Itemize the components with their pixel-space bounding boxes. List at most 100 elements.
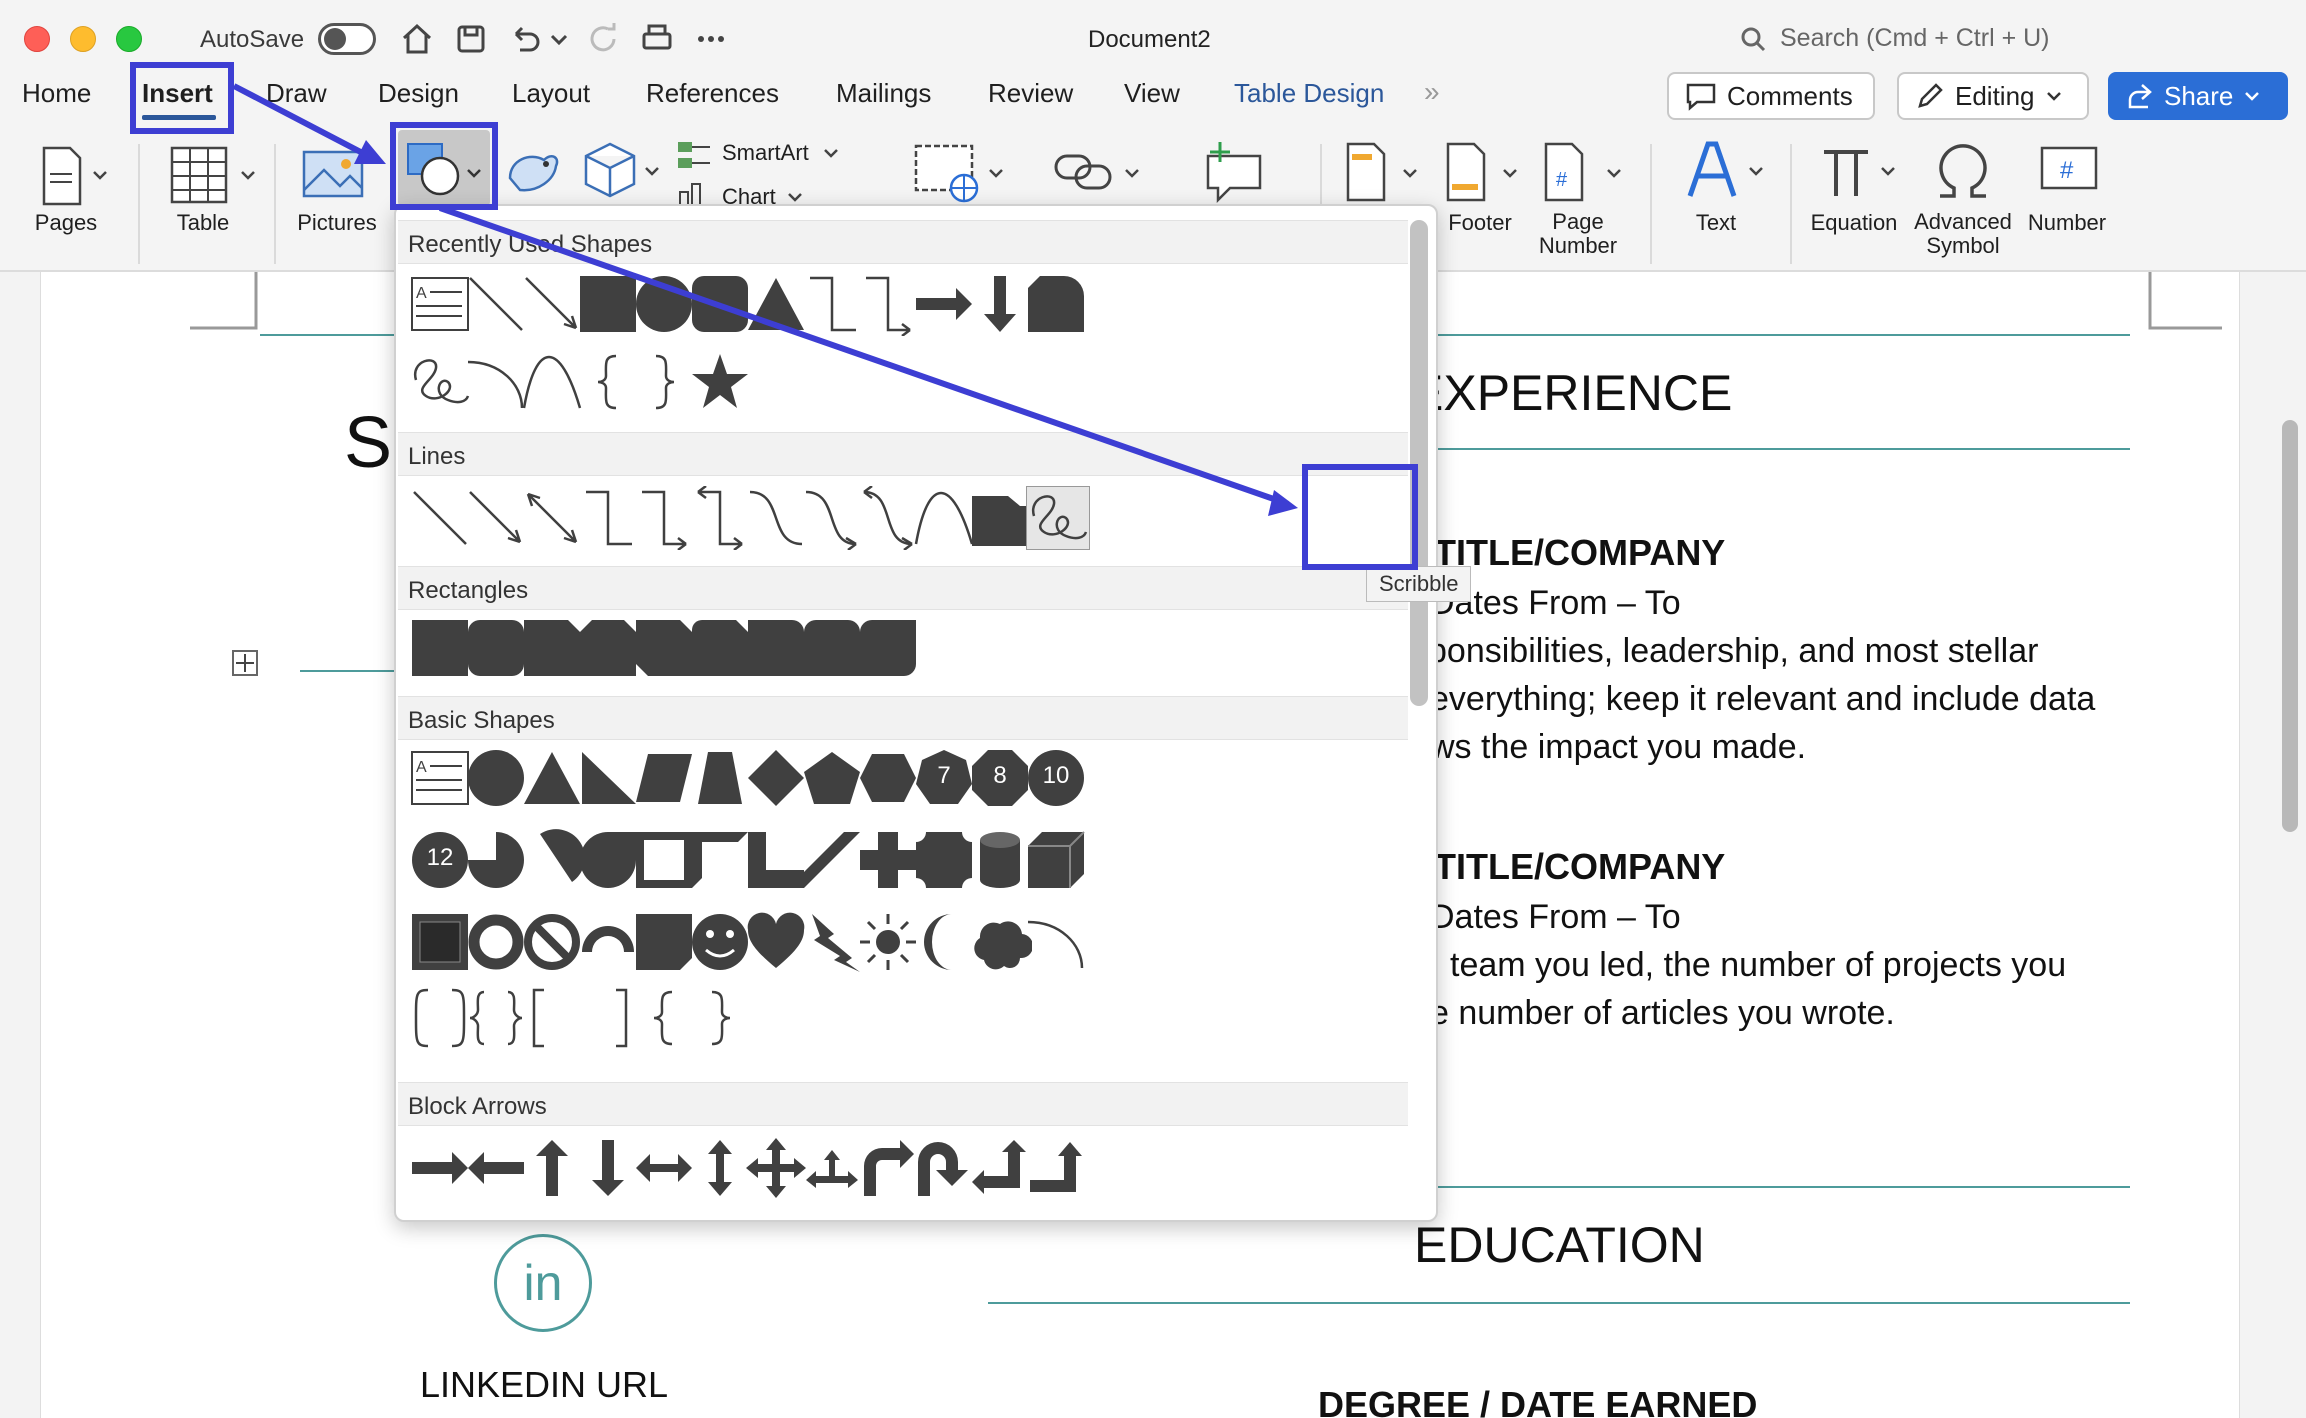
smartart-button[interactable]: SmartArt xyxy=(676,138,846,174)
save-icon[interactable] xyxy=(452,20,490,58)
scribble-shape-selected[interactable] xyxy=(1026,486,1090,550)
tab-view[interactable]: View xyxy=(1124,78,1180,109)
bevel-shape[interactable] xyxy=(408,910,472,974)
line-arrow-shape[interactable] xyxy=(520,272,584,336)
line-arrow-shape[interactable] xyxy=(464,486,528,550)
down-arrow-shape[interactable] xyxy=(576,1136,640,1200)
header-button[interactable] xyxy=(1340,140,1430,206)
octagon-shape[interactable]: 8 xyxy=(968,746,1032,810)
3d-models-button[interactable] xyxy=(580,138,670,204)
left-right-up-arrow-shape[interactable] xyxy=(800,1136,864,1200)
folded-corner-shape[interactable] xyxy=(632,910,696,974)
left-arrow-shape[interactable] xyxy=(464,1136,528,1200)
more-tabs-icon[interactable]: » xyxy=(1424,76,1440,108)
plus-shape[interactable] xyxy=(856,828,920,892)
l-shape[interactable] xyxy=(744,828,808,892)
oval-shape[interactable] xyxy=(464,746,528,810)
curve-shape[interactable] xyxy=(912,486,976,550)
teardrop-shape[interactable] xyxy=(576,828,640,892)
round-diagonal-rectangle-shape[interactable] xyxy=(856,616,920,680)
elbow-connector-shape[interactable] xyxy=(800,272,864,336)
elbow-connector-shape[interactable] xyxy=(576,486,640,550)
double-bracket-shape[interactable] xyxy=(408,986,472,1050)
autosave-toggle[interactable] xyxy=(318,23,376,55)
snip-single-corner-rectangle-shape[interactable] xyxy=(520,616,584,680)
freeform-shape[interactable] xyxy=(968,486,1032,550)
minimize-window-button[interactable] xyxy=(70,26,96,52)
right-arrow-shape[interactable] xyxy=(408,1136,472,1200)
table-button[interactable]: Table xyxy=(158,140,268,240)
right-brace-shape[interactable] xyxy=(632,350,696,414)
line-shape[interactable] xyxy=(464,272,528,336)
no-symbol-shape[interactable] xyxy=(520,910,584,974)
rectangle-shape[interactable] xyxy=(576,272,640,336)
curved-double-arrow-connector-shape[interactable] xyxy=(856,486,920,550)
round-single-corner-rectangle-shape[interactable] xyxy=(744,616,808,680)
table-move-handle-icon[interactable] xyxy=(232,650,258,676)
diagonal-stripe-shape[interactable] xyxy=(800,828,864,892)
tab-layout[interactable]: Layout xyxy=(512,78,590,109)
donut-shape[interactable] xyxy=(464,910,528,974)
left-right-arrow-shape[interactable] xyxy=(632,1136,696,1200)
smiley-face-shape[interactable] xyxy=(688,910,752,974)
triangle-shape[interactable] xyxy=(520,746,584,810)
text-box-button[interactable]: Text xyxy=(1676,138,1786,238)
equation-button[interactable]: Equation xyxy=(1808,138,1918,238)
bent-up-arrow-shape[interactable] xyxy=(1024,1136,1088,1200)
home-icon[interactable] xyxy=(398,20,436,58)
double-brace-shape[interactable] xyxy=(464,986,528,1050)
text-box-shape[interactable]: A xyxy=(408,746,472,810)
snip-diagonal-rectangle-shape[interactable] xyxy=(632,616,696,680)
decagon-shape[interactable]: 10 xyxy=(1024,746,1088,810)
scribble-shape[interactable] xyxy=(408,350,472,414)
redo-icon[interactable] xyxy=(584,20,622,58)
close-window-button[interactable] xyxy=(24,26,50,52)
rounded-rectangle-shape[interactable] xyxy=(688,272,752,336)
right-bracket-shape[interactable] xyxy=(576,986,640,1050)
up-arrow-shape[interactable] xyxy=(520,1136,584,1200)
arc-shape[interactable] xyxy=(464,350,528,414)
cloud-shape[interactable] xyxy=(968,910,1032,974)
rectangle-shape[interactable] xyxy=(408,616,472,680)
left-up-arrow-shape[interactable] xyxy=(968,1136,1032,1200)
u-turn-arrow-shape[interactable] xyxy=(912,1136,976,1200)
moon-shape[interactable] xyxy=(912,910,976,974)
rounded-rectangle-shape[interactable] xyxy=(464,616,528,680)
up-down-arrow-shape[interactable] xyxy=(688,1136,752,1200)
dodecagon-shape[interactable]: 12 xyxy=(408,828,472,892)
curved-connector-shape[interactable] xyxy=(744,486,808,550)
tab-home[interactable]: Home xyxy=(22,78,91,109)
tab-review[interactable]: Review xyxy=(988,78,1073,109)
more-options-icon[interactable] xyxy=(692,20,730,58)
shapes-panel-scrollbar[interactable] xyxy=(1410,220,1428,706)
right-triangle-shape[interactable] xyxy=(576,746,640,810)
comments-button[interactable]: Comments xyxy=(1667,72,1875,120)
left-brace-shape[interactable] xyxy=(576,350,640,414)
heptagon-shape[interactable]: 7 xyxy=(912,746,976,810)
footer-button[interactable]: Footer xyxy=(1440,140,1540,240)
can-shape[interactable] xyxy=(968,828,1032,892)
elbow-double-arrow-connector-shape[interactable] xyxy=(688,486,752,550)
right-brace-shape[interactable] xyxy=(688,986,752,1050)
link-button[interactable] xyxy=(1050,140,1146,206)
round-same-side-rectangle-shape[interactable] xyxy=(800,616,864,680)
tab-mailings[interactable]: Mailings xyxy=(836,78,931,109)
parallelogram-shape[interactable] xyxy=(632,746,696,810)
chord-shape[interactable] xyxy=(520,828,584,892)
block-arc-shape[interactable] xyxy=(576,910,640,974)
pie-shape[interactable] xyxy=(464,828,528,892)
new-comment-button[interactable] xyxy=(1200,136,1270,206)
vertical-scrollbar[interactable] xyxy=(2282,420,2298,832)
undo-dropdown-icon[interactable] xyxy=(548,20,570,58)
left-brace-shape[interactable] xyxy=(632,986,696,1050)
tab-table-design[interactable]: Table Design xyxy=(1234,78,1384,109)
tab-design[interactable]: Design xyxy=(378,78,459,109)
snip-round-rectangle-shape[interactable] xyxy=(688,616,752,680)
number-button[interactable]: # Number xyxy=(2022,138,2132,238)
cube-shape[interactable] xyxy=(1024,828,1088,892)
oval-shape[interactable] xyxy=(632,272,696,336)
curve-shape[interactable] xyxy=(520,350,584,414)
bent-arrow-shape[interactable] xyxy=(856,1136,920,1200)
pictures-button[interactable]: Pictures xyxy=(292,140,392,240)
plaque-shape[interactable] xyxy=(912,828,976,892)
